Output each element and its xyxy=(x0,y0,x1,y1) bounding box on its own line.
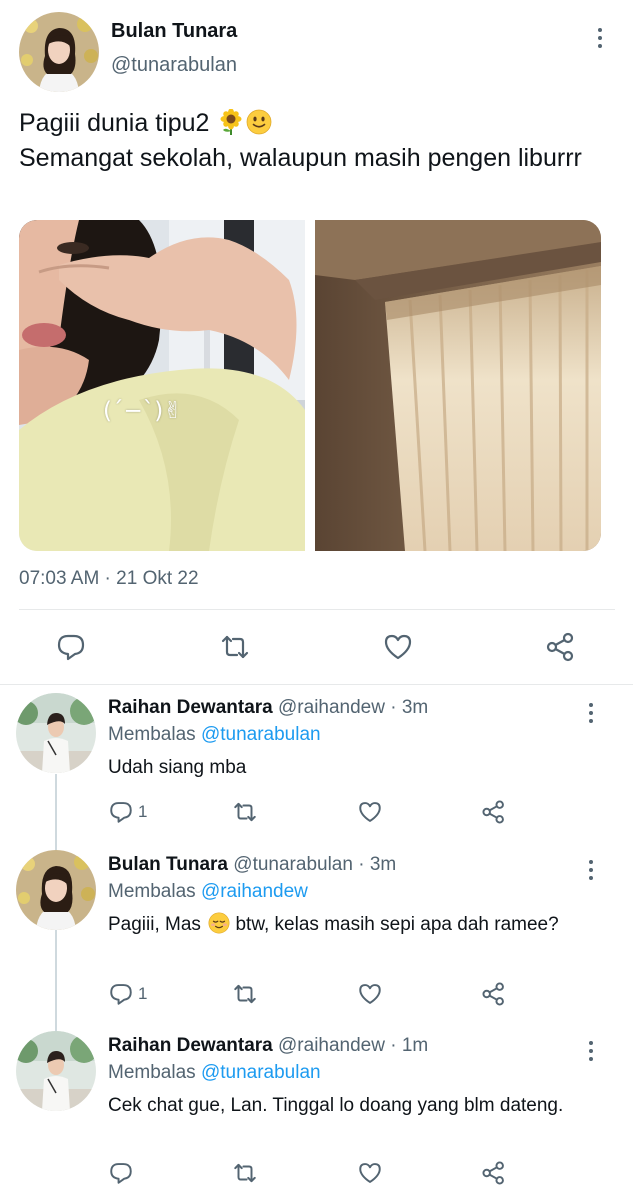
replying-prefix: Membalas xyxy=(108,881,196,902)
avatar[interactable] xyxy=(16,1031,96,1111)
reply-text: Udah siang mba xyxy=(108,757,247,778)
reply-header: Raihan Dewantara @raihandew · 1m xyxy=(108,1035,428,1057)
author-avatar[interactable] xyxy=(19,12,99,92)
reply-header: Raihan Dewantara @raihandew · 3m xyxy=(108,697,428,719)
replying-to: Membalas @raihandew xyxy=(108,881,308,903)
retweet-icon[interactable] xyxy=(232,981,258,1007)
replying-to: Membalas @tunarabulan xyxy=(108,724,321,746)
photo-caption: (´−`)✌ xyxy=(103,398,183,424)
slightly-smiling-emoji xyxy=(246,109,272,135)
divider xyxy=(19,609,615,610)
mention-link[interactable]: @tunarabulan xyxy=(201,1062,321,1083)
retweet-icon[interactable] xyxy=(232,1160,258,1186)
retweet-icon[interactable] xyxy=(232,799,258,825)
reply-author-name[interactable]: Bulan Tunara xyxy=(108,854,228,875)
reply-text: Pagiii, Mas btw, kelas masih sepi apa da… xyxy=(108,912,608,938)
author-name[interactable]: Bulan Tunara xyxy=(111,20,237,43)
like-icon[interactable] xyxy=(357,799,383,825)
more-vertical-icon[interactable] xyxy=(581,699,601,727)
tweet-text: Pagiii dunia tipu2 Semangat sekolah, wal… xyxy=(19,106,609,176)
reply-header: Bulan Tunara @tunarabulan · 3m xyxy=(108,854,396,876)
reply-author-name[interactable]: Raihan Dewantara xyxy=(108,1035,273,1056)
reply-text-end: btw, kelas masih sepi apa dah ramee? xyxy=(230,914,559,935)
reply-actions: 1 xyxy=(0,979,633,1013)
more-vertical-icon[interactable] xyxy=(581,1037,601,1065)
share-icon[interactable] xyxy=(481,799,507,825)
sunflower-emoji xyxy=(220,109,242,135)
retweet-icon[interactable] xyxy=(219,631,251,663)
tweet-actions xyxy=(0,627,633,667)
tweet-text-line1: Pagiii dunia tipu2 xyxy=(19,109,210,137)
replying-to: Membalas @tunarabulan xyxy=(108,1062,321,1084)
reply-actions: 1 xyxy=(0,797,633,831)
like-icon[interactable] xyxy=(357,1160,383,1186)
reply-meta: @raihandew · 1m xyxy=(278,1035,429,1056)
main-tweet: Bulan Tunara @tunarabulan Pagiii dunia t… xyxy=(0,0,633,684)
reply-icon[interactable] xyxy=(55,631,87,663)
reply-count: 1 xyxy=(138,802,148,821)
mention-link[interactable]: @raihandew xyxy=(201,881,308,902)
reply-meta: @raihandew · 3m xyxy=(278,697,429,718)
reply-actions xyxy=(0,1158,633,1192)
avatar[interactable] xyxy=(16,693,96,773)
avatar[interactable] xyxy=(16,850,96,930)
tweet-photo-1[interactable]: (´−`)✌ xyxy=(19,220,305,551)
share-icon[interactable] xyxy=(545,631,577,663)
reply-text-start: Pagiii, Mas xyxy=(108,914,201,935)
more-vertical-icon[interactable] xyxy=(590,24,610,52)
more-vertical-icon[interactable] xyxy=(581,856,601,884)
author-handle[interactable]: @tunarabulan xyxy=(111,54,237,77)
relieved-face-emoji xyxy=(208,912,230,934)
replying-prefix: Membalas xyxy=(108,724,196,745)
tweet-text-line2: Semangat sekolah, walaupun masih pengen … xyxy=(19,144,582,172)
tweet-timestamp[interactable]: 07:03 AM · 21 Okt 22 xyxy=(19,568,199,590)
reply-meta: @tunarabulan · 3m xyxy=(233,854,397,875)
divider xyxy=(0,684,633,685)
like-icon[interactable] xyxy=(382,631,414,663)
reply-text: Cek chat gue, Lan. Tinggal lo doang yang… xyxy=(108,1095,564,1116)
mention-link[interactable]: @tunarabulan xyxy=(201,724,321,745)
replying-prefix: Membalas xyxy=(108,1062,196,1083)
reply-icon[interactable] xyxy=(108,1160,134,1186)
reply-icon[interactable]: 1 xyxy=(108,799,147,825)
tweet-photo-2[interactable] xyxy=(315,220,601,551)
reply-count: 1 xyxy=(138,984,148,1003)
share-icon[interactable] xyxy=(481,1160,507,1186)
reply-author-name[interactable]: Raihan Dewantara xyxy=(108,697,273,718)
like-icon[interactable] xyxy=(357,981,383,1007)
reply-icon[interactable]: 1 xyxy=(108,981,147,1007)
share-icon[interactable] xyxy=(481,981,507,1007)
